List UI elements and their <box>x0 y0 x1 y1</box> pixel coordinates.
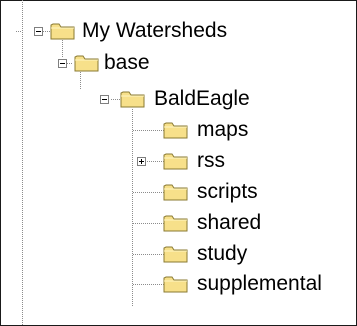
tree-node-shared[interactable]: shared <box>0 208 330 238</box>
tree-node-supplemental[interactable]: supplemental <box>0 269 340 299</box>
tree-node-scripts[interactable]: scripts <box>0 177 330 207</box>
tree-node-baldeagle[interactable]: BaldEagle <box>0 84 330 114</box>
tree-node-label[interactable]: maps <box>197 118 248 142</box>
folder-tree: My Watersheds base BaldEagle maps rss sc… <box>0 0 357 326</box>
tree-node-label[interactable]: scripts <box>197 180 258 204</box>
tree-node-my-watersheds[interactable]: My Watersheds <box>0 16 330 46</box>
tree-node-label[interactable]: supplemental <box>197 272 322 296</box>
tree-node-label[interactable]: rss <box>197 149 225 173</box>
collapse-toggle-icon[interactable] <box>58 59 67 68</box>
tree-node-label[interactable]: shared <box>197 211 261 235</box>
tree-node-maps[interactable]: maps <box>0 115 330 145</box>
tree-node-label[interactable]: base <box>104 51 150 75</box>
tree-node-study[interactable]: study <box>0 239 330 269</box>
tree-node-base[interactable]: base <box>0 48 330 78</box>
expand-toggle-icon[interactable] <box>137 157 146 166</box>
tree-node-label[interactable]: BaldEagle <box>154 87 250 111</box>
collapse-toggle-icon[interactable] <box>100 95 109 104</box>
tree-node-rss[interactable]: rss <box>0 146 330 176</box>
tree-node-label[interactable]: study <box>197 242 247 266</box>
tree-node-label[interactable]: My Watersheds <box>82 19 227 43</box>
collapse-toggle-icon[interactable] <box>34 27 43 36</box>
